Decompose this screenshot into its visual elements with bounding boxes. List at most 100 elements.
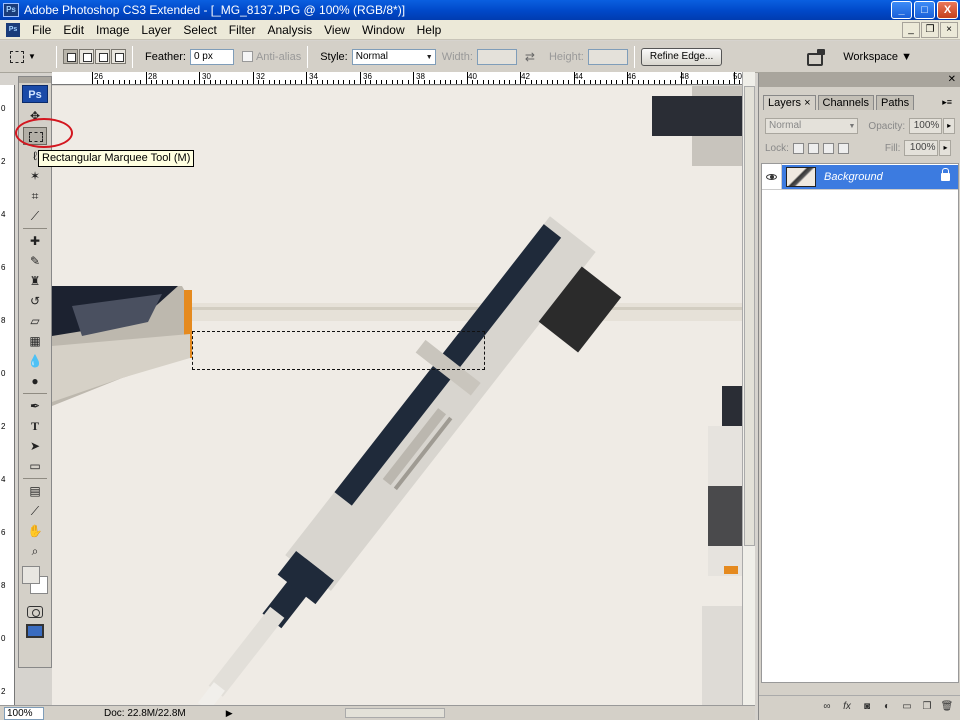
tab-paths[interactable]: Paths [875,95,915,110]
panel-grip[interactable]: ✕ [759,73,960,87]
menu-filter[interactable]: Filter [223,20,262,40]
blend-mode-select[interactable]: Normal [765,118,859,134]
status-menu-arrow-icon[interactable]: ▶ [226,708,233,719]
menu-edit[interactable]: Edit [57,20,90,40]
image-canvas[interactable] [52,86,742,707]
menu-select[interactable]: Select [177,20,222,40]
tab-channels[interactable]: Channels [817,95,874,110]
layer-row[interactable]: Background [762,163,958,190]
intersect-selection-button[interactable] [111,49,126,64]
mask-icon[interactable]: ◙ [859,700,875,714]
dodge-tool-icon[interactable]: ● [23,372,47,390]
height-input[interactable] [587,48,628,65]
visibility-toggle[interactable] [762,163,782,190]
fill-slider-arrow-icon[interactable]: ▸ [939,140,952,156]
fill-input[interactable]: 100% [904,140,939,156]
lock-position-icon[interactable] [822,142,834,154]
ruler-vertical[interactable]: 0 2 4 6 8 0 2 4 6 8 0 2 [0,85,15,707]
feather-input[interactable]: 0 px [189,48,234,65]
menu-view[interactable]: View [318,20,356,40]
zoom-field[interactable]: 100% [4,706,44,720]
menu-layer[interactable]: Layer [135,20,177,40]
panel-menu-icon[interactable]: ▸≡ [942,97,952,108]
close-button[interactable]: X [937,1,958,19]
layer-item-background[interactable]: Background [782,164,958,189]
restore-button[interactable]: □ [914,1,935,19]
blur-tool-icon[interactable]: 💧 [23,352,47,370]
pen-tool-icon[interactable]: ✒ [23,397,47,415]
notes-tool-icon[interactable]: ▤ [23,482,47,500]
menu-file[interactable]: File [26,20,57,40]
doc-restore-button[interactable]: ❐ [921,22,939,38]
window-title: Adobe Photoshop CS3 Extended - [_MG_8137… [24,3,406,17]
lock-transparency-icon[interactable] [792,142,804,154]
ruler-tick [118,80,120,84]
lock-all-icon[interactable] [837,142,849,154]
tool-preset-picker[interactable]: ▼ [10,45,50,69]
minimize-button[interactable]: _ [891,1,912,19]
eraser-tool-icon[interactable]: ▱ [23,312,47,330]
refine-edge-button[interactable]: Refine Edge... [640,47,723,66]
style-select[interactable]: Normal [351,48,436,65]
ruler-horizontal[interactable]: 26 28 30 32 34 36 38 40 42 44 46 48 50 [52,72,742,85]
ruler-tick [600,80,602,84]
swap-dimensions-icon[interactable]: ⇄ [525,50,535,64]
foreground-color-swatch[interactable] [22,566,40,584]
color-swatches [20,564,50,600]
lock-pixels-icon[interactable] [807,142,819,154]
screen-mode-icon[interactable] [26,624,44,638]
ruler-tick [172,80,174,84]
tab-layers[interactable]: Layers × [763,95,816,110]
clone-stamp-tool-icon[interactable]: ♜ [23,272,47,290]
healing-brush-tool-icon[interactable]: ✚ [23,232,47,250]
link-icon[interactable]: ∞ [819,700,835,714]
adjustment-icon[interactable]: ◐ [879,700,895,714]
new-layer-icon[interactable]: ❐ [919,700,935,714]
app-menu-icon[interactable]: Ps [6,22,20,37]
menu-image[interactable]: Image [90,20,135,40]
ruler-tick [653,80,655,84]
opacity-input[interactable]: 100% [909,118,943,134]
doc-minimize-button[interactable]: _ [902,22,920,38]
workspace-button[interactable]: Workspace ▼ [843,51,912,63]
brush-tool-icon[interactable]: ✎ [23,252,47,270]
doc-close-button[interactable]: × [940,22,958,38]
fx-icon[interactable]: fx [839,700,855,714]
slice-tool-icon[interactable]: ⟋ [23,207,47,225]
panel-close-icon[interactable]: ✕ [948,73,956,87]
ruler-label: 8 [1,581,6,590]
add-to-selection-button[interactable] [79,49,94,64]
vertical-scrollbar[interactable] [742,72,755,707]
menu-help[interactable]: Help [411,20,448,40]
ruler-tick [166,80,168,84]
history-brush-tool-icon[interactable]: ↺ [23,292,47,310]
menu-window[interactable]: Window [356,20,411,40]
divider [633,45,635,68]
ruler-tick [129,80,131,84]
type-tool-icon[interactable]: T [23,417,47,435]
ruler-tick [487,80,489,84]
quick-mask-icon[interactable] [27,606,43,618]
group-icon[interactable]: ▭ [899,700,915,714]
ruler-tick [386,80,388,84]
horizontal-scrollbar-thumb[interactable] [345,708,445,718]
scrollbar-thumb[interactable] [744,86,755,546]
trash-icon[interactable]: 🗑 [939,700,955,714]
subtract-from-selection-button[interactable] [95,49,110,64]
zoom-tool-icon[interactable]: ⌕ [23,542,47,560]
crop-tool-icon[interactable]: ⌗ [23,187,47,205]
width-input[interactable] [476,48,517,65]
opacity-slider-arrow-icon[interactable]: ▸ [943,118,955,134]
rectangle-tool-icon[interactable]: ▭ [23,457,47,475]
path-selection-tool-icon[interactable]: ➤ [23,437,47,455]
toolbox-grip[interactable] [19,77,51,83]
bridge-icon[interactable] [805,48,827,66]
hand-tool-icon[interactable]: ✋ [23,522,47,540]
eyedropper-tool-icon[interactable]: ⟋ [23,502,47,520]
menu-analysis[interactable]: Analysis [261,20,318,40]
gradient-tool-icon[interactable]: ▦ [23,332,47,350]
marquee-selection[interactable] [192,331,485,370]
magic-wand-tool-icon[interactable]: ✶ [23,167,47,185]
new-selection-button[interactable] [63,49,78,64]
anti-alias-checkbox[interactable] [241,51,253,62]
